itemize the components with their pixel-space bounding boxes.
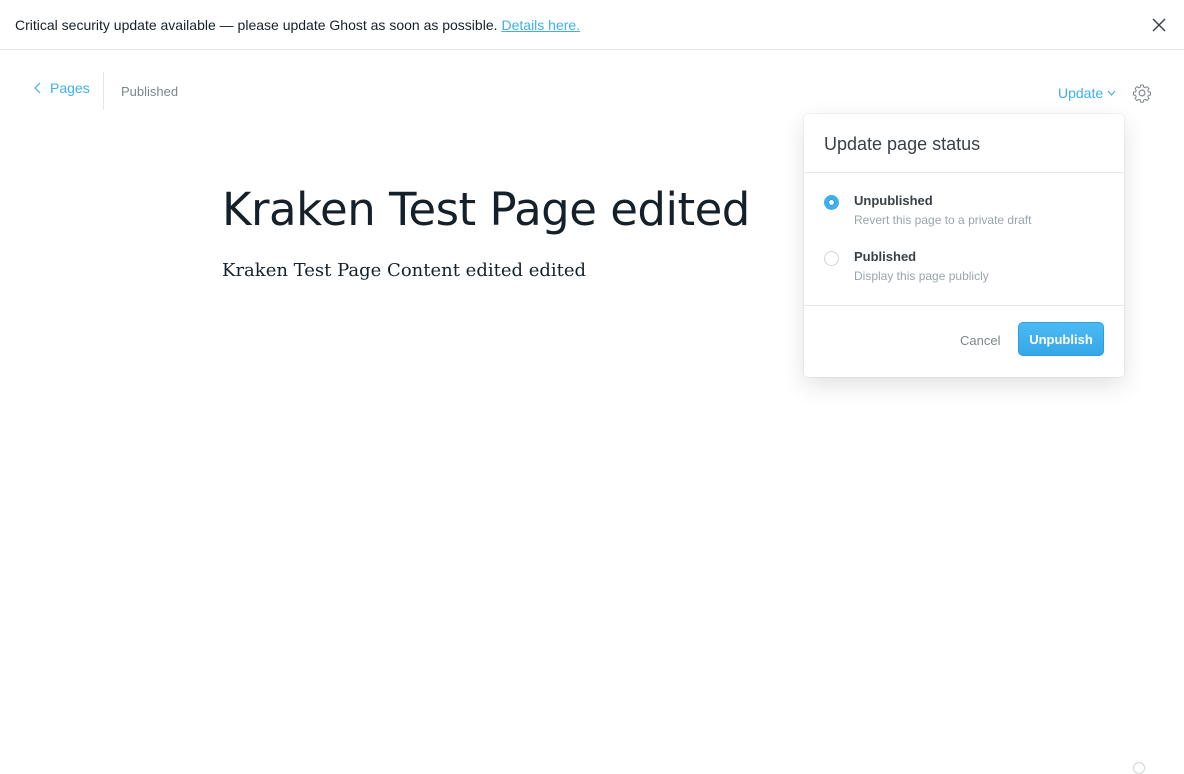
alert-message: Critical security update available — ple… — [15, 16, 498, 33]
gear-icon — [1133, 84, 1151, 103]
post-title[interactable]: Kraken Test Page edited — [222, 182, 750, 238]
close-icon[interactable] — [1150, 16, 1168, 34]
alert-details-link[interactable]: Details here. — [502, 17, 581, 33]
post-status-label: Published — [121, 84, 179, 99]
radio-button-unchecked[interactable] — [824, 251, 839, 266]
header-divider — [103, 72, 104, 110]
dropdown-title: Update page status — [824, 134, 981, 154]
option-description: Revert this page to a private draft — [854, 213, 1032, 227]
update-label: Update — [1058, 85, 1104, 101]
settings-button[interactable] — [1132, 83, 1152, 103]
radio-button-checked[interactable] — [824, 195, 839, 210]
update-status-dropdown: Update page status Unpublished Revert th… — [804, 114, 1124, 377]
dropdown-divider — [804, 172, 1124, 173]
chevron-left-icon — [34, 82, 41, 94]
cancel-button[interactable]: Cancel — [960, 333, 1000, 348]
option-label: Published — [854, 249, 917, 264]
option-description: Display this page publicly — [854, 269, 989, 283]
post-body[interactable]: Kraken Test Page Content edited edited — [222, 258, 586, 284]
update-dropdown-trigger[interactable]: Update — [1058, 85, 1116, 101]
chevron-down-icon — [1107, 90, 1116, 96]
back-to-pages-link[interactable]: Pages — [34, 80, 90, 96]
security-alert-banner: Critical security update available — ple… — [0, 0, 1184, 50]
dropdown-divider — [804, 305, 1124, 306]
option-label: Unpublished — [854, 193, 933, 208]
back-link-label: Pages — [50, 80, 90, 96]
unpublish-button[interactable]: Unpublish — [1018, 322, 1104, 356]
help-button[interactable] — [1133, 762, 1145, 774]
